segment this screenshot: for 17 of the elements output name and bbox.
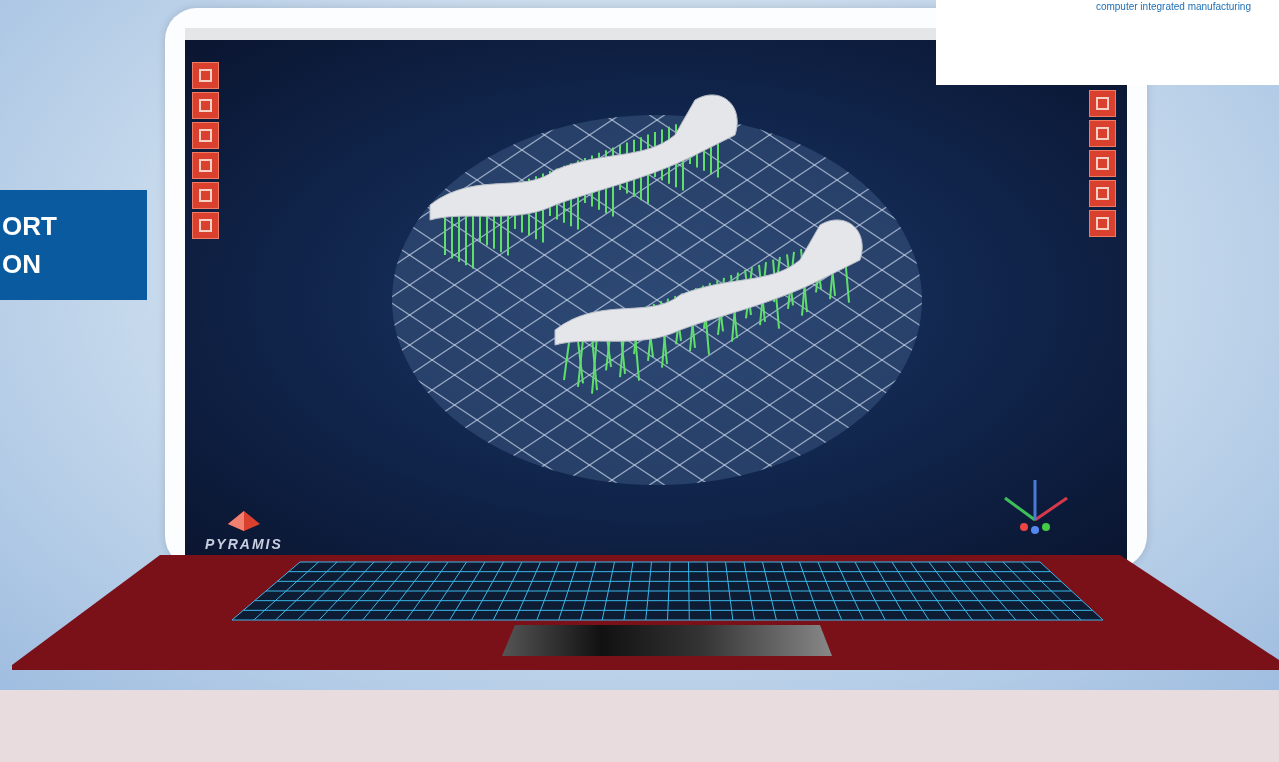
tool-button[interactable] [1089,180,1116,207]
tool-button[interactable] [1089,90,1116,117]
pyramid-logo-icon [226,510,261,532]
tool-button[interactable] [192,212,219,239]
banner-text: ON [2,248,42,281]
tool-button[interactable] [192,92,219,119]
brand-logo: PYRAMIS [205,535,283,554]
tool-button[interactable] [1089,210,1116,237]
tool-button[interactable] [1089,120,1116,147]
axis-gizmo-icon [1004,480,1068,534]
tool-button[interactable] [192,182,219,209]
tool-button[interactable] [1089,150,1116,177]
tool-button[interactable] [192,152,219,179]
banner-text: ORT [2,210,58,243]
tool-button[interactable] [192,122,219,149]
tagline: computer integrated manufacturing [1095,1,1251,13]
tool-button[interactable] [192,62,219,89]
